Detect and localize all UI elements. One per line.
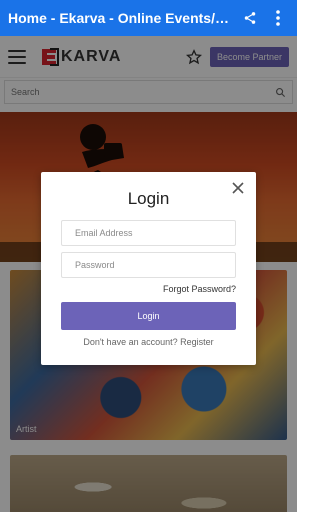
email-field	[61, 220, 236, 246]
forgot-password-link[interactable]: Forgot Password?	[163, 284, 236, 294]
register-link[interactable]: Register	[180, 337, 214, 347]
page-title: Home - Ekarva - Online Events/Ar...	[8, 10, 233, 26]
more-vert-icon[interactable]	[267, 7, 289, 29]
register-prompt-line: Don't have an account? Register	[41, 337, 256, 347]
share-icon[interactable]	[239, 7, 261, 29]
browser-app-bar: Home - Ekarva - Online Events/Ar...	[0, 0, 297, 36]
email-input[interactable]	[75, 228, 222, 238]
password-field	[61, 252, 236, 278]
password-input[interactable]	[75, 260, 222, 270]
login-modal: Login Forgot Password? Login Don't have …	[41, 172, 256, 365]
login-title: Login	[127, 189, 170, 208]
login-button[interactable]: Login	[61, 302, 236, 330]
register-prompt-text: Don't have an account?	[83, 337, 178, 347]
